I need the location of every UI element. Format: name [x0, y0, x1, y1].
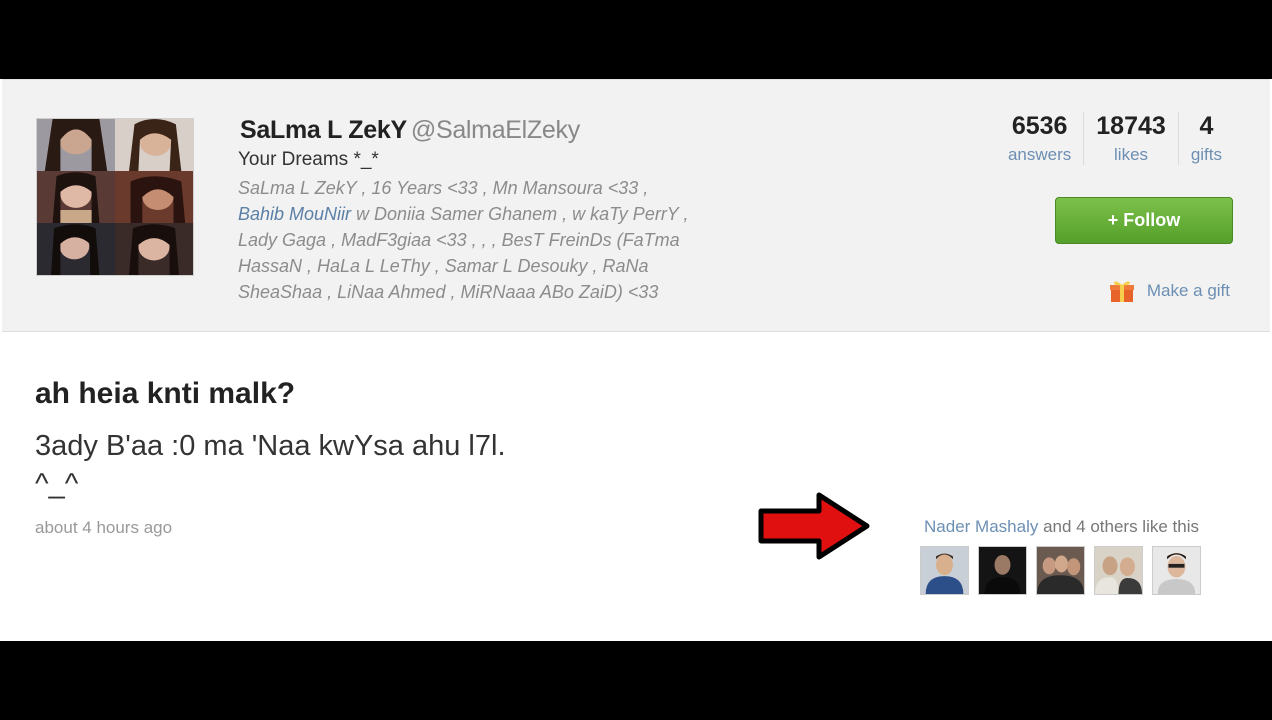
- display-name: SaLma L ZekY: [240, 116, 407, 144]
- stat-likes-count: 18743: [1096, 112, 1166, 140]
- username-handle: @SalmaElZeky: [410, 116, 580, 144]
- liker-avatar-1[interactable]: [920, 546, 969, 595]
- profile-status: Your Dreams *_*: [238, 149, 379, 170]
- answer-text: 3ady B'aa :0 ma 'Naa kwYsa ahu l7l. ^_^: [35, 430, 506, 500]
- liker-avatar-4[interactable]: [1094, 546, 1143, 595]
- stat-gifts[interactable]: 4 gifts: [1177, 112, 1234, 165]
- bio-line-5: SheaShaa , LiNaa Ahmed , MiRNaaa ABo Zai…: [238, 282, 659, 302]
- profile-avatar[interactable]: [36, 118, 194, 276]
- stat-gifts-count: 4: [1199, 112, 1214, 140]
- red-arrow-icon: [758, 492, 870, 560]
- follow-button[interactable]: + Follow: [1055, 197, 1233, 244]
- liker-avatar-3[interactable]: [1036, 546, 1085, 595]
- profile-name-line: SaLma L ZekY @SalmaElZeky: [240, 116, 580, 145]
- stat-answers-count: 6536: [1011, 112, 1068, 140]
- likes-summary: Nader Mashaly and 4 others like this: [924, 517, 1199, 537]
- avatar-photo-5: [37, 223, 115, 275]
- stat-likes[interactable]: 18743 likes: [1083, 112, 1178, 165]
- bio-line-3: Lady Gaga , MadF3giaa <33 , , , BesT Fre…: [238, 230, 680, 250]
- question-text: ah heia knti malk?: [35, 377, 296, 410]
- gift-icon: [1109, 281, 1134, 302]
- profile-bio: SaLma L ZekY , 16 Years <33 , Mn Mansour…: [238, 175, 798, 305]
- bio-line-2: Bahib MouNiir w Doniia Samer Ghanem , w …: [238, 201, 798, 227]
- liker-avatars: [920, 546, 1201, 595]
- bio-mention-link[interactable]: Bahib MouNiir: [238, 204, 351, 224]
- make-gift-link[interactable]: Make a gift: [1147, 281, 1230, 301]
- screen-frame: SaLma L ZekY @SalmaElZeky Your Dreams *_*…: [0, 79, 1272, 641]
- avatar-photo-4: [115, 171, 193, 223]
- stat-answers[interactable]: 6536 answers: [996, 112, 1083, 165]
- bio-line-4: HassaN , HaLa L LeThy , Samar L Desouky …: [238, 256, 649, 276]
- avatar-photo-1: [37, 119, 115, 171]
- liker-avatar-5[interactable]: [1152, 546, 1201, 595]
- avatar-photo-3: [37, 171, 115, 223]
- profile-header: SaLma L ZekY @SalmaElZeky Your Dreams *_*…: [2, 79, 1270, 332]
- stat-likes-label: likes: [1114, 145, 1149, 164]
- profile-stats: 6536 answers 18743 likes 4 gifts: [996, 112, 1234, 165]
- make-gift-row[interactable]: Make a gift: [1109, 279, 1230, 303]
- post-timestamp[interactable]: about 4 hours ago: [35, 518, 172, 538]
- likes-summary-rest[interactable]: and 4 others like this: [1038, 517, 1199, 536]
- avatar-photo-2: [115, 119, 193, 171]
- liker-avatar-2[interactable]: [978, 546, 1027, 595]
- stat-answers-label: answers: [1007, 145, 1072, 164]
- avatar-photo-6: [115, 223, 193, 275]
- liker-name-link[interactable]: Nader Mashaly: [924, 517, 1038, 536]
- stat-gifts-label: gifts: [1190, 145, 1222, 164]
- bio-line-2-text: w Doniia Samer Ghanem , w kaTy PerrY ,: [351, 204, 689, 224]
- bio-line-1: SaLma L ZekY , 16 Years <33 , Mn Mansour…: [238, 178, 649, 198]
